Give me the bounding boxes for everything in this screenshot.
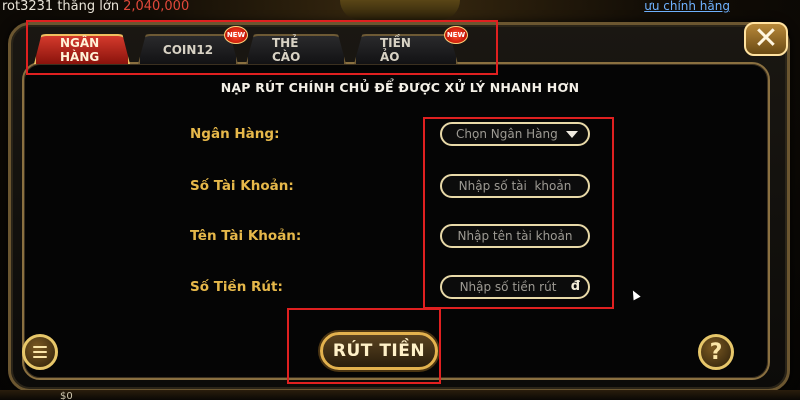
- tab-bank[interactable]: NGÂN HÀNG: [34, 34, 130, 64]
- bank-select[interactable]: Chọn Ngân Hàng: [440, 122, 590, 146]
- amount-placeholder: Nhập số tiền rút: [459, 280, 557, 294]
- account-number-input[interactable]: Nhập số tài khoản: [440, 174, 590, 198]
- win-ticker: rot3231 thắng lớn 2,040,000: [0, 0, 260, 14]
- help-button[interactable]: ?: [698, 334, 734, 370]
- bottom-amount: $0: [60, 391, 73, 400]
- account-name-placeholder: Nhập tên tài khoản: [457, 229, 573, 243]
- list-icon: [33, 346, 47, 358]
- payment-tabs: NGÂN HÀNG COIN12 NEW THẺ CÀO TIỀN ẢO NEW: [34, 26, 468, 64]
- new-badge: NEW: [444, 26, 468, 44]
- tab-card[interactable]: THẺ CÀO: [246, 34, 346, 64]
- game-logo: [340, 0, 460, 20]
- amount-label: Số Tiền Rút:: [190, 279, 283, 295]
- currency-icon: đ: [570, 279, 580, 294]
- tab-coin12[interactable]: COIN12: [138, 34, 238, 64]
- new-badge: NEW: [224, 26, 248, 44]
- promo-link[interactable]: ưu chính hãng: [644, 0, 730, 14]
- withdraw-button[interactable]: RÚT TIỀN: [320, 332, 438, 370]
- account-name-label: Tên Tài Khoản:: [190, 228, 302, 244]
- bottom-bar: $0: [0, 390, 800, 400]
- history-button[interactable]: [22, 334, 58, 370]
- ticker-user: rot3231 thắng lớn: [2, 0, 120, 14]
- account-number-label: Số Tài Khoản:: [190, 178, 294, 194]
- ticker-amount: 2,040,000: [123, 0, 190, 14]
- withdraw-notice: NẠP RÚT CHÍNH CHỦ ĐỂ ĐƯỢC XỬ LÝ NHANH HƠ…: [220, 80, 580, 95]
- close-button[interactable]: ✕: [744, 22, 788, 56]
- amount-input[interactable]: Nhập số tiền rút đ: [440, 275, 590, 299]
- bank-label: Ngân Hàng:: [190, 126, 280, 142]
- bank-select-value: Chọn Ngân Hàng: [456, 127, 558, 141]
- account-name-input[interactable]: Nhập tên tài khoản: [440, 224, 590, 248]
- account-number-placeholder: Nhập số tài khoản: [458, 179, 572, 193]
- chevron-down-icon: [566, 131, 578, 138]
- tab-crypto[interactable]: TIỀN ẢO: [354, 34, 458, 64]
- close-icon: ✕: [753, 21, 779, 56]
